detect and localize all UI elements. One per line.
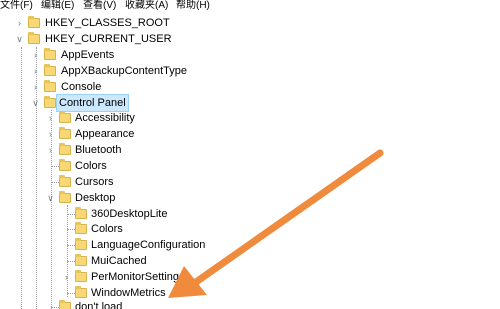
tree-node-per-monitor[interactable]: › PerMonitorSettings bbox=[0, 269, 500, 285]
tree-node-label[interactable]: HKEY_CURRENT_USER bbox=[43, 31, 174, 47]
tree-guide-line bbox=[51, 166, 59, 167]
tree-node-bluetooth[interactable]: › Bluetooth bbox=[0, 142, 500, 158]
chevron-down-icon[interactable]: ∨ bbox=[15, 31, 24, 47]
folder-icon bbox=[75, 222, 87, 234]
tree-node-label[interactable]: PerMonitorSettings bbox=[89, 269, 187, 285]
tree-node-label[interactable]: LanguageConfiguration bbox=[89, 237, 207, 253]
tree-node-accessibility[interactable]: › Accessibility bbox=[0, 110, 500, 126]
tree-node-dont-load[interactable]: don't load bbox=[0, 299, 500, 309]
tree-node-desktop[interactable]: ∨ Desktop bbox=[0, 190, 500, 206]
tree-node-appx[interactable]: › AppXBackupContentType bbox=[0, 63, 500, 79]
tree-node-appearance[interactable]: › Appearance bbox=[0, 126, 500, 142]
tree-guide-line bbox=[67, 261, 75, 262]
tree-node-label[interactable]: Cursors bbox=[73, 174, 116, 190]
tree-guide-line bbox=[51, 182, 59, 183]
chevron-right-icon[interactable]: › bbox=[31, 47, 40, 63]
tree-node-label[interactable]: Appearance bbox=[73, 126, 136, 142]
chevron-right-icon[interactable]: › bbox=[31, 63, 40, 79]
folder-icon bbox=[59, 143, 71, 155]
chevron-right-icon[interactable]: › bbox=[46, 126, 55, 142]
folder-icon bbox=[59, 175, 71, 187]
folder-icon bbox=[59, 300, 71, 309]
chevron-right-icon[interactable]: › bbox=[46, 110, 55, 126]
folder-icon bbox=[75, 207, 87, 219]
tree-node-desktop-colors[interactable]: Colors bbox=[0, 221, 500, 237]
tree-node-label[interactable]: 360DesktopLite bbox=[89, 206, 169, 222]
tree-node-label[interactable]: Control Panel bbox=[56, 94, 129, 112]
chevron-right-icon[interactable]: › bbox=[46, 142, 55, 158]
tree-node-mui-cached[interactable]: MuiCached bbox=[0, 253, 500, 269]
folder-icon bbox=[59, 191, 71, 203]
tree-node-hkcr[interactable]: › HKEY_CLASSES_ROOT bbox=[0, 15, 500, 31]
folder-icon bbox=[75, 286, 87, 298]
registry-tree: › HKEY_CLASSES_ROOT ∨ HKEY_CURRENT_USER … bbox=[0, 0, 500, 309]
chevron-right-icon[interactable]: › bbox=[15, 15, 24, 31]
tree-node-label[interactable]: Console bbox=[59, 79, 103, 95]
folder-icon bbox=[59, 111, 71, 123]
folder-icon bbox=[44, 80, 56, 92]
tree-node-desktop-lite[interactable]: 360DesktopLite bbox=[0, 206, 500, 222]
tree-node-label[interactable]: Bluetooth bbox=[73, 142, 123, 158]
folder-icon bbox=[28, 32, 40, 44]
folder-icon bbox=[44, 48, 56, 60]
tree-node-label[interactable]: HKEY_CLASSES_ROOT bbox=[43, 15, 172, 31]
tree-node-label[interactable]: AppXBackupContentType bbox=[59, 63, 189, 79]
tree-guide-line bbox=[67, 214, 75, 215]
tree-node-label[interactable]: Desktop bbox=[73, 190, 117, 206]
folder-icon bbox=[44, 96, 56, 108]
tree-node-label[interactable]: MuiCached bbox=[89, 253, 149, 269]
chevron-down-icon[interactable]: ∨ bbox=[31, 95, 40, 111]
chevron-right-icon[interactable]: › bbox=[62, 269, 71, 285]
folder-icon bbox=[75, 238, 87, 250]
tree-node-console[interactable]: › Console bbox=[0, 79, 500, 95]
tree-node-cursors[interactable]: Cursors bbox=[0, 174, 500, 190]
tree-node-language-config[interactable]: LanguageConfiguration bbox=[0, 237, 500, 253]
tree-guide-line bbox=[67, 245, 75, 246]
folder-icon bbox=[59, 127, 71, 139]
tree-guide-line bbox=[51, 307, 59, 308]
tree-node-control-panel[interactable]: ∨ Control Panel bbox=[0, 94, 500, 112]
tree-node-label[interactable]: AppEvents bbox=[59, 47, 116, 63]
tree-node-label[interactable]: Colors bbox=[73, 158, 109, 174]
tree-guide-line bbox=[67, 229, 75, 230]
folder-icon bbox=[59, 159, 71, 171]
tree-node-label[interactable]: Colors bbox=[89, 221, 125, 237]
tree-node-hkcu[interactable]: ∨ HKEY_CURRENT_USER bbox=[0, 31, 500, 47]
folder-icon bbox=[44, 64, 56, 76]
folder-icon bbox=[75, 254, 87, 266]
tree-node-label[interactable]: don't load bbox=[73, 299, 124, 309]
tree-node-app-events[interactable]: › AppEvents bbox=[0, 47, 500, 63]
tree-node-colors[interactable]: Colors bbox=[0, 158, 500, 174]
chevron-down-icon[interactable]: ∨ bbox=[46, 190, 55, 206]
tree-guide-line bbox=[67, 293, 75, 294]
folder-icon bbox=[28, 16, 40, 28]
folder-icon bbox=[75, 270, 87, 282]
chevron-right-icon[interactable]: › bbox=[31, 79, 40, 95]
tree-node-label[interactable]: Accessibility bbox=[73, 110, 137, 126]
